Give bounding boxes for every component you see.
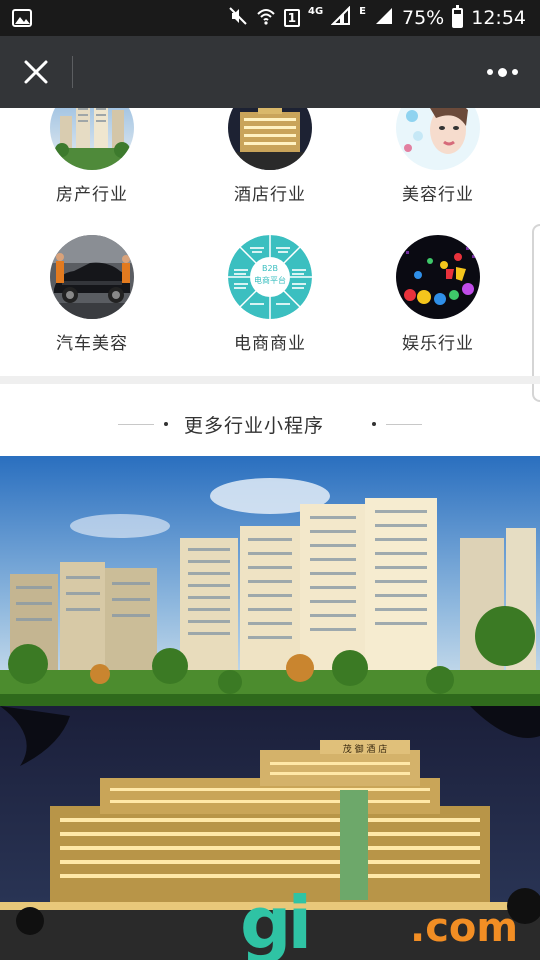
clock: 12:54 <box>471 7 526 29</box>
nav-bar <box>0 36 540 108</box>
industry-grid: 房产行业 酒店行业 美容行业 汽车美容 B2B 电商平台 电商商业 娱乐行业 <box>0 108 540 376</box>
page-content: 房产行业 酒店行业 美容行业 汽车美容 B2B 电商平台 电商商业 娱乐行业 更… <box>0 108 540 960</box>
more-dot <box>486 69 493 75</box>
title-dot-left <box>163 422 168 426</box>
close-button[interactable] <box>16 52 56 92</box>
nav-divider <box>72 56 73 88</box>
industry-real-estate[interactable]: 房产行业 <box>12 108 172 205</box>
more-section-header: 更多行业小程序 <box>0 404 540 444</box>
watermark-logo: gi .com <box>240 886 520 960</box>
status-bar: 1 4G E 75% 12:54 <box>0 0 540 36</box>
watermark-domain: .com <box>410 905 519 951</box>
more-dot <box>511 69 518 75</box>
industry-car-care[interactable]: 汽车美容 <box>12 235 172 354</box>
ecommerce-center-line1: B2B <box>261 264 279 273</box>
status-icons: 1 4G E 75% 12:54 <box>228 0 526 36</box>
industry-entertainment[interactable]: 娱乐行业 <box>358 235 518 354</box>
data-type: E <box>359 6 366 17</box>
industry-ecommerce[interactable]: B2B 电商平台 电商商业 <box>190 235 350 354</box>
industry-label: 电商商业 <box>234 334 306 354</box>
real-estate-thumbnail <box>50 108 134 170</box>
title-line-left <box>117 423 154 425</box>
ecommerce-center-line2: 电商平台 <box>254 276 286 285</box>
industry-label: 房产行业 <box>56 185 128 205</box>
watermark-brand: gi <box>240 881 312 960</box>
industry-label: 酒店行业 <box>234 185 306 205</box>
battery-icon <box>452 5 464 28</box>
industry-beauty[interactable]: 美容行业 <box>358 108 518 205</box>
network-type: 4G <box>307 6 324 17</box>
car-care-thumbnail <box>50 235 134 319</box>
industry-label: 美容行业 <box>402 185 474 205</box>
close-icon <box>24 60 48 84</box>
hotel-sign: 茂 御 酒 店 <box>343 743 388 755</box>
hotel-thumbnail <box>228 108 312 170</box>
industry-hotel[interactable]: 酒店行业 <box>190 108 350 205</box>
entertainment-thumbnail <box>396 235 480 319</box>
more-dot <box>497 67 507 77</box>
title-line-right <box>386 423 422 425</box>
signal-bars-icon <box>374 6 394 31</box>
signal-icon <box>330 5 351 31</box>
section-title: 更多行业小程序 <box>183 414 324 437</box>
real-estate-banner[interactable] <box>0 456 540 706</box>
wifi-icon <box>256 6 276 31</box>
ecommerce-thumbnail: B2B 电商平台 <box>228 235 312 319</box>
title-dot-right <box>372 422 376 426</box>
battery-percent: 75% <box>402 7 445 29</box>
beauty-thumbnail <box>396 108 480 170</box>
more-button[interactable] <box>482 60 522 84</box>
sim-slot-badge: 1 <box>283 9 300 27</box>
section-divider <box>0 376 540 384</box>
industry-label: 汽车美容 <box>56 334 128 354</box>
industry-label: 娱乐行业 <box>402 334 474 354</box>
mute-icon <box>228 6 248 31</box>
image-icon <box>12 8 32 32</box>
